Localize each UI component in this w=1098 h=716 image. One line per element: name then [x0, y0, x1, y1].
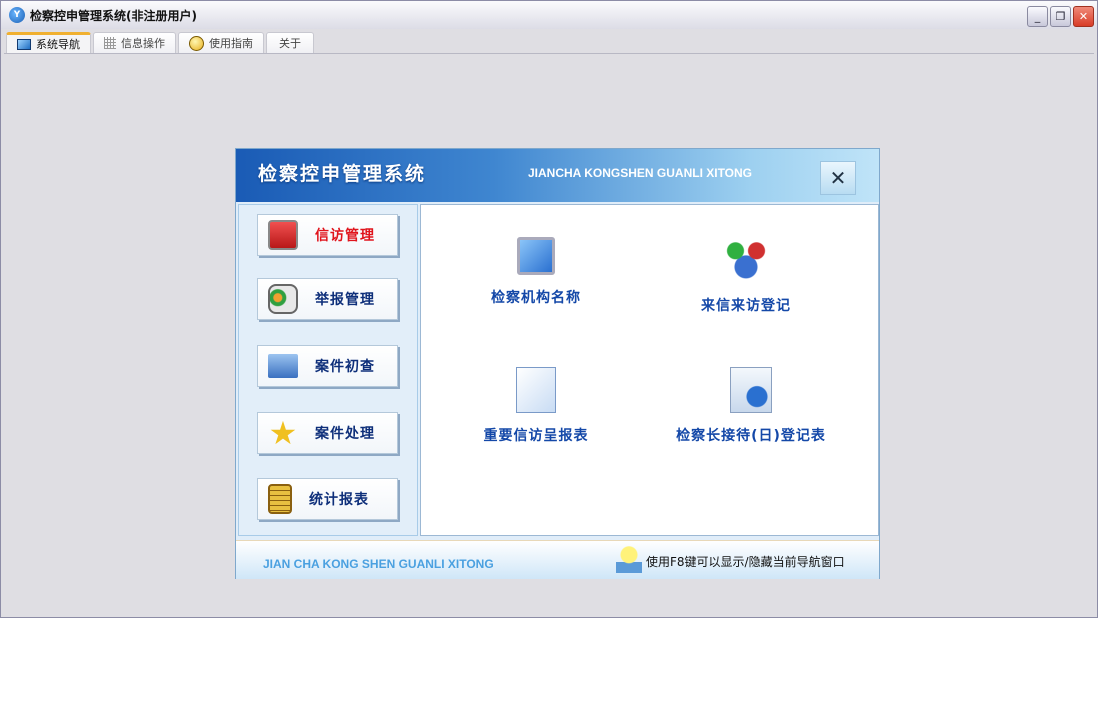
- document-icon: [516, 367, 556, 413]
- main-window: Y 检察控申管理系统(非注册用户) _ ❐ ✕ 系统导航 信息操作 使用指南 关…: [0, 0, 1098, 618]
- nav-label: 案件初查: [315, 359, 375, 375]
- item-important-report[interactable]: 重要信访呈报表: [436, 367, 636, 445]
- globe-document-icon: [730, 367, 772, 413]
- monitor-icon: [17, 38, 31, 50]
- footer-title-en: JIAN CHA KONG SHEN GUANLI XITONG: [263, 557, 494, 571]
- nav-label: 举报管理: [315, 292, 375, 308]
- nav-case-handling[interactable]: ★ 案件处理: [257, 412, 398, 454]
- title-bar: Y 检察控申管理系统(非注册用户) _ ❐ ✕: [1, 1, 1097, 29]
- item-label: 检察机构名称: [491, 290, 581, 306]
- tab-divider: [4, 53, 1094, 54]
- scroll-icon: [268, 484, 292, 514]
- tab-label: 使用指南: [209, 37, 253, 50]
- tab-label: 信息操作: [121, 37, 165, 50]
- close-button[interactable]: ✕: [1073, 6, 1094, 27]
- panel-header: 检察控申管理系统 JIANCHA KONGSHEN GUANLI XITONG …: [236, 149, 879, 202]
- item-label: 重要信访呈报表: [483, 428, 589, 444]
- navigation-panel: 检察控申管理系统 JIANCHA KONGSHEN GUANLI XITONG …: [235, 148, 880, 579]
- item-chief-reception-log[interactable]: 检察长接待(日)登记表: [651, 367, 851, 445]
- nav-statistics[interactable]: 统计报表: [257, 478, 398, 520]
- panel-close-button[interactable]: ✕: [820, 161, 856, 195]
- nav-reports[interactable]: 举报管理: [257, 278, 398, 320]
- tab-about[interactable]: 关于: [266, 32, 314, 53]
- star-icon: ★: [268, 414, 298, 452]
- tab-label: 关于: [279, 37, 301, 50]
- nav-sidebar: 信访管理 举报管理 案件初查 ★ 案件处理 统计报表: [238, 204, 418, 536]
- users-icon: [725, 237, 767, 283]
- grid-icon: [104, 37, 116, 49]
- panel-title: 检察控申管理系统: [258, 163, 427, 185]
- item-visit-registration[interactable]: 来信来访登记: [646, 237, 846, 315]
- item-label: 来信来访登记: [701, 298, 791, 314]
- nav-letters-visits[interactable]: 信访管理: [257, 214, 398, 256]
- contact-card-icon: [268, 284, 298, 314]
- folder-icon: [268, 354, 298, 378]
- function-area: 检察机构名称 来信来访登记 重要信访呈报表 检察长接待(日)登记表: [420, 204, 879, 536]
- tab-system-nav[interactable]: 系统导航: [6, 32, 91, 53]
- tab-bar: 系统导航 信息操作 使用指南 关于: [6, 32, 314, 54]
- app-logo-icon: Y: [9, 7, 25, 23]
- window-title: 检察控申管理系统(非注册用户): [30, 8, 197, 23]
- panel-footer: JIAN CHA KONG SHEN GUANLI XITONG 使用F8键可以…: [236, 540, 879, 579]
- alert-monitor-icon: [268, 220, 298, 250]
- nav-label: 信访管理: [315, 228, 375, 244]
- minimize-button[interactable]: _: [1027, 6, 1048, 27]
- item-label: 检察长接待(日)登记表: [676, 428, 826, 444]
- nav-label: 案件处理: [315, 426, 375, 442]
- f8-tip: 使用F8键可以显示/隐藏当前导航窗口: [646, 555, 845, 569]
- computer-gear-icon: [517, 237, 555, 275]
- tab-label: 系统导航: [36, 38, 80, 51]
- help-icon: [189, 35, 204, 51]
- nav-label: 统计报表: [309, 492, 369, 508]
- panel-title-en: JIANCHA KONGSHEN GUANLI XITONG: [528, 166, 753, 180]
- item-procuratorate-name[interactable]: 检察机构名称: [436, 237, 636, 307]
- lightbulb-icon: [616, 545, 642, 573]
- restore-button[interactable]: ❐: [1050, 6, 1071, 27]
- tab-guide[interactable]: 使用指南: [178, 32, 264, 53]
- tab-info-ops[interactable]: 信息操作: [93, 32, 176, 53]
- nav-case-preliminary[interactable]: 案件初查: [257, 345, 398, 387]
